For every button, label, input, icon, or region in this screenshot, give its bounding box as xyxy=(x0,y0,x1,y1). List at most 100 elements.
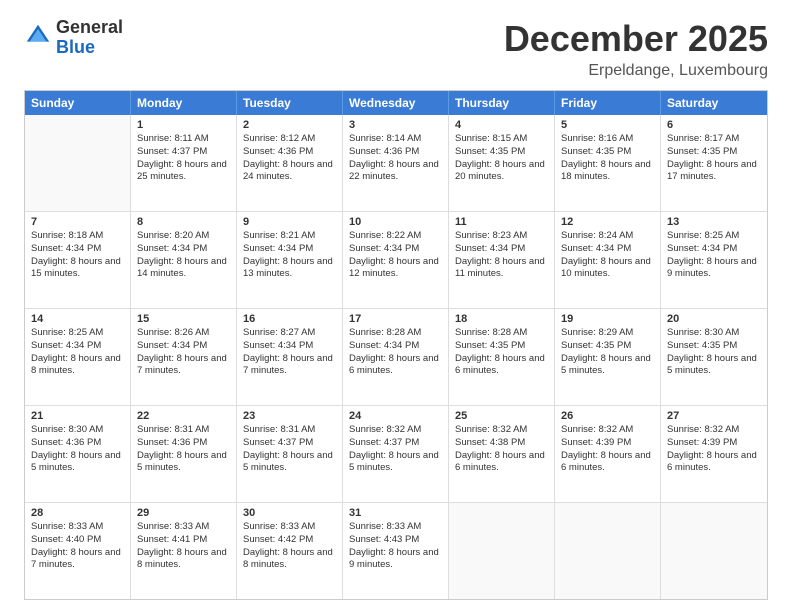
cal-cell-26: 26 Sunrise: 8:32 AM Sunset: 4:39 PM Dayli… xyxy=(555,406,661,502)
cell-info: Sunrise: 8:31 AM Sunset: 4:37 PM Dayligh… xyxy=(243,424,336,475)
cal-cell-19: 19 Sunrise: 8:29 AM Sunset: 4:35 PM Dayli… xyxy=(555,309,661,405)
cal-cell-12: 12 Sunrise: 8:24 AM Sunset: 4:34 PM Dayli… xyxy=(555,212,661,308)
day-number: 10 xyxy=(349,216,442,228)
header-day-saturday: Saturday xyxy=(661,91,767,115)
cell-info: Sunrise: 8:33 AM Sunset: 4:43 PM Dayligh… xyxy=(349,521,442,572)
cal-cell-empty-0 xyxy=(25,115,131,211)
cell-info: Sunrise: 8:30 AM Sunset: 4:36 PM Dayligh… xyxy=(31,424,124,475)
header-day-monday: Monday xyxy=(131,91,237,115)
day-number: 24 xyxy=(349,410,442,422)
calendar-row-1: 7Sunrise: 8:18 AM Sunset: 4:34 PM Daylig… xyxy=(25,211,767,308)
day-number: 25 xyxy=(455,410,548,422)
cell-info: Sunrise: 8:32 AM Sunset: 4:38 PM Dayligh… xyxy=(455,424,548,475)
day-number: 22 xyxy=(137,410,230,422)
cal-cell-15: 15 Sunrise: 8:26 AM Sunset: 4:34 PM Dayli… xyxy=(131,309,237,405)
cal-cell-1: 1 Sunrise: 8:11 AM Sunset: 4:37 PM Daylig… xyxy=(131,115,237,211)
day-number: 2 xyxy=(243,119,336,131)
cal-cell-25: 25 Sunrise: 8:32 AM Sunset: 4:38 PM Dayli… xyxy=(449,406,555,502)
cal-cell-30: 30 Sunrise: 8:33 AM Sunset: 4:42 PM Dayli… xyxy=(237,503,343,599)
day-number: 7 xyxy=(31,216,124,228)
cell-info: Sunrise: 8:11 AM Sunset: 4:37 PM Dayligh… xyxy=(137,133,230,184)
cal-cell-21: 21Sunrise: 8:30 AM Sunset: 4:36 PM Dayli… xyxy=(25,406,131,502)
cell-info: Sunrise: 8:32 AM Sunset: 4:39 PM Dayligh… xyxy=(561,424,654,475)
cal-cell-31: 31 Sunrise: 8:33 AM Sunset: 4:43 PM Dayli… xyxy=(343,503,449,599)
cell-info: Sunrise: 8:23 AM Sunset: 4:34 PM Dayligh… xyxy=(455,230,548,281)
cell-info: Sunrise: 8:26 AM Sunset: 4:34 PM Dayligh… xyxy=(137,327,230,378)
cell-info: Sunrise: 8:15 AM Sunset: 4:35 PM Dayligh… xyxy=(455,133,548,184)
day-number: 31 xyxy=(349,507,442,519)
cal-cell-9: 9Sunrise: 8:21 AM Sunset: 4:34 PM Daylig… xyxy=(237,212,343,308)
day-number: 28 xyxy=(31,507,124,519)
cell-info: Sunrise: 8:21 AM Sunset: 4:34 PM Dayligh… xyxy=(243,230,336,281)
header-day-friday: Friday xyxy=(555,91,661,115)
cal-cell-16: 16 Sunrise: 8:27 AM Sunset: 4:34 PM Dayli… xyxy=(237,309,343,405)
cal-cell-22: 22Sunrise: 8:31 AM Sunset: 4:36 PM Dayli… xyxy=(131,406,237,502)
cell-info: Sunrise: 8:20 AM Sunset: 4:34 PM Dayligh… xyxy=(137,230,230,281)
day-number: 19 xyxy=(561,313,654,325)
cell-info: Sunrise: 8:29 AM Sunset: 4:35 PM Dayligh… xyxy=(561,327,654,378)
cal-cell-5: 5 Sunrise: 8:16 AM Sunset: 4:35 PM Daylig… xyxy=(555,115,661,211)
cal-cell-8: 8 Sunrise: 8:20 AM Sunset: 4:34 PM Daylig… xyxy=(131,212,237,308)
day-number: 29 xyxy=(137,507,230,519)
header-day-wednesday: Wednesday xyxy=(343,91,449,115)
cell-info: Sunrise: 8:30 AM Sunset: 4:35 PM Dayligh… xyxy=(667,327,761,378)
cal-cell-18: 18Sunrise: 8:28 AM Sunset: 4:35 PM Dayli… xyxy=(449,309,555,405)
cal-cell-24: 24 Sunrise: 8:32 AM Sunset: 4:37 PM Dayli… xyxy=(343,406,449,502)
cal-cell-11: 11Sunrise: 8:23 AM Sunset: 4:34 PM Dayli… xyxy=(449,212,555,308)
cal-cell-empty-6 xyxy=(661,503,767,599)
logo: General Blue xyxy=(24,18,123,58)
cell-info: Sunrise: 8:32 AM Sunset: 4:39 PM Dayligh… xyxy=(667,424,761,475)
cell-info: Sunrise: 8:33 AM Sunset: 4:42 PM Dayligh… xyxy=(243,521,336,572)
cal-cell-27: 27 Sunrise: 8:32 AM Sunset: 4:39 PM Dayli… xyxy=(661,406,767,502)
cell-info: Sunrise: 8:12 AM Sunset: 4:36 PM Dayligh… xyxy=(243,133,336,184)
page: General Blue December 2025 Erpeldange, L… xyxy=(0,0,792,612)
cell-info: Sunrise: 8:28 AM Sunset: 4:34 PM Dayligh… xyxy=(349,327,442,378)
cal-cell-3: 3 Sunrise: 8:14 AM Sunset: 4:36 PM Daylig… xyxy=(343,115,449,211)
day-number: 4 xyxy=(455,119,548,131)
day-number: 30 xyxy=(243,507,336,519)
logo-icon xyxy=(24,22,52,50)
cal-cell-10: 10 Sunrise: 8:22 AM Sunset: 4:34 PM Dayli… xyxy=(343,212,449,308)
calendar-row-2: 14 Sunrise: 8:25 AM Sunset: 4:34 PM Dayli… xyxy=(25,308,767,405)
day-number: 13 xyxy=(667,216,761,228)
day-number: 12 xyxy=(561,216,654,228)
header: General Blue December 2025 Erpeldange, L… xyxy=(24,18,768,80)
day-number: 27 xyxy=(667,410,761,422)
cell-info: Sunrise: 8:28 AM Sunset: 4:35 PM Dayligh… xyxy=(455,327,548,378)
cal-cell-4: 4 Sunrise: 8:15 AM Sunset: 4:35 PM Daylig… xyxy=(449,115,555,211)
cal-cell-29: 29Sunrise: 8:33 AM Sunset: 4:41 PM Dayli… xyxy=(131,503,237,599)
cell-info: Sunrise: 8:22 AM Sunset: 4:34 PM Dayligh… xyxy=(349,230,442,281)
cell-info: Sunrise: 8:25 AM Sunset: 4:34 PM Dayligh… xyxy=(31,327,124,378)
cal-cell-17: 17Sunrise: 8:28 AM Sunset: 4:34 PM Dayli… xyxy=(343,309,449,405)
day-number: 1 xyxy=(137,119,230,131)
logo-general: General xyxy=(56,18,123,38)
day-number: 5 xyxy=(561,119,654,131)
month-title: December 2025 xyxy=(504,18,768,60)
cal-cell-23: 23 Sunrise: 8:31 AM Sunset: 4:37 PM Dayli… xyxy=(237,406,343,502)
cell-info: Sunrise: 8:14 AM Sunset: 4:36 PM Dayligh… xyxy=(349,133,442,184)
day-number: 15 xyxy=(137,313,230,325)
logo-blue: Blue xyxy=(56,38,123,58)
calendar-header: SundayMondayTuesdayWednesdayThursdayFrid… xyxy=(25,91,767,115)
cell-info: Sunrise: 8:16 AM Sunset: 4:35 PM Dayligh… xyxy=(561,133,654,184)
cell-info: Sunrise: 8:33 AM Sunset: 4:40 PM Dayligh… xyxy=(31,521,124,572)
day-number: 26 xyxy=(561,410,654,422)
calendar-body: 1 Sunrise: 8:11 AM Sunset: 4:37 PM Daylig… xyxy=(25,115,767,599)
cal-cell-empty-4 xyxy=(449,503,555,599)
title-block: December 2025 Erpeldange, Luxembourg xyxy=(504,18,768,80)
header-day-sunday: Sunday xyxy=(25,91,131,115)
logo-text: General Blue xyxy=(56,18,123,58)
day-number: 23 xyxy=(243,410,336,422)
cal-cell-28: 28 Sunrise: 8:33 AM Sunset: 4:40 PM Dayli… xyxy=(25,503,131,599)
cell-info: Sunrise: 8:25 AM Sunset: 4:34 PM Dayligh… xyxy=(667,230,761,281)
day-number: 16 xyxy=(243,313,336,325)
day-number: 8 xyxy=(137,216,230,228)
day-number: 14 xyxy=(31,313,124,325)
cal-cell-empty-5 xyxy=(555,503,661,599)
header-day-thursday: Thursday xyxy=(449,91,555,115)
cell-info: Sunrise: 8:32 AM Sunset: 4:37 PM Dayligh… xyxy=(349,424,442,475)
day-number: 3 xyxy=(349,119,442,131)
day-number: 6 xyxy=(667,119,761,131)
cell-info: Sunrise: 8:27 AM Sunset: 4:34 PM Dayligh… xyxy=(243,327,336,378)
cell-info: Sunrise: 8:24 AM Sunset: 4:34 PM Dayligh… xyxy=(561,230,654,281)
